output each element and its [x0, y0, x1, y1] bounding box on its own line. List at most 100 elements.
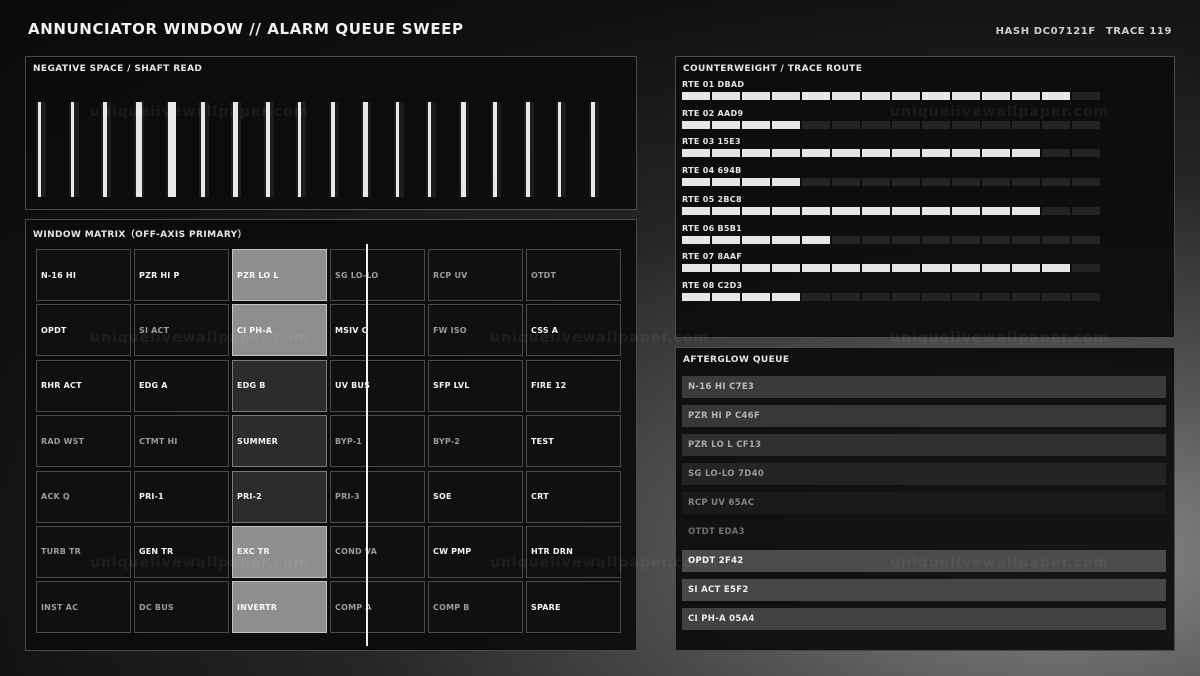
annunciator-window[interactable]: CI PH-A	[232, 304, 327, 357]
afterglow-queue-item[interactable]: OPDT 2F42	[682, 550, 1166, 572]
route-segment	[862, 292, 890, 301]
route-segment	[922, 149, 950, 158]
route-segment	[1042, 149, 1070, 158]
annunciator-window[interactable]: N-16 HI	[36, 249, 131, 301]
annunciator-window[interactable]: SI ACT	[134, 304, 229, 357]
annunciator-window[interactable]: CSS A	[526, 304, 621, 357]
annunciator-window[interactable]: PZR HI P	[134, 249, 229, 301]
annunciator-window[interactable]: SG LO-LO	[330, 249, 425, 301]
annunciator-window[interactable]: RCP UV	[428, 249, 523, 301]
route-segment	[952, 235, 980, 244]
annunciator-window[interactable]: COMP B	[428, 581, 523, 634]
afterglow-queue-item[interactable]: OTDT EDA3	[682, 521, 1166, 543]
annunciator-window[interactable]: INST AC	[36, 581, 131, 634]
route-segment	[1072, 120, 1100, 129]
annunciator-window[interactable]: RHR ACT	[36, 359, 131, 412]
route-segment	[952, 206, 980, 215]
route-segment	[712, 206, 740, 215]
route-segment	[1042, 292, 1070, 301]
route-segment	[742, 120, 770, 129]
route-segment	[832, 120, 860, 129]
annunciator-window[interactable]: FW ISO	[428, 304, 523, 357]
route-label: RTE 02 AAD9	[682, 108, 744, 118]
route-progress-bar	[682, 235, 1102, 244]
annunciator-window[interactable]: COMP A	[330, 581, 425, 634]
annunciator-window[interactable]: CRT	[526, 470, 621, 523]
annunciator-window[interactable]: EDG B	[232, 359, 327, 412]
annunciator-window[interactable]: INVERTR	[232, 581, 327, 634]
annunciator-window[interactable]: BYP-1	[330, 415, 425, 468]
route-segment	[682, 120, 710, 129]
annunciator-window[interactable]: HTR DRN	[526, 525, 621, 578]
annunciator-window[interactable]: TEST	[526, 415, 621, 468]
route-progress-bar	[682, 120, 1102, 129]
afterglow-queue-item[interactable]: SG LO-LO 7D40	[682, 463, 1166, 485]
route-segment	[982, 92, 1010, 100]
annunciator-window[interactable]: TURB TR	[36, 525, 131, 578]
route-segment	[712, 292, 740, 301]
route-segment	[742, 292, 770, 301]
annunciator-window[interactable]: SPARE	[526, 581, 621, 634]
annunciator-window[interactable]: BYP-2	[428, 415, 523, 468]
route-segment	[742, 235, 770, 244]
annunciator-window[interactable]: COND VA	[330, 525, 425, 578]
route-row: RTE 04 694B	[682, 166, 1102, 187]
route-segment	[862, 92, 890, 100]
annunciator-window[interactable]: PRI-2	[232, 470, 327, 523]
route-segment	[772, 92, 800, 100]
route-progress-bar	[682, 178, 1102, 187]
route-segment	[922, 206, 950, 215]
route-segment	[682, 264, 710, 273]
route-row: RTE 06 B5B1	[682, 224, 1102, 244]
hash-readout: HASH DC07121F TRACE 119	[996, 26, 1172, 37]
route-segment	[772, 120, 800, 129]
route-segment	[892, 264, 920, 273]
annunciator-window[interactable]: CW PMP	[428, 525, 523, 578]
route-segment	[832, 149, 860, 158]
annunciator-window[interactable]: GEN TR	[134, 525, 229, 578]
annunciator-window[interactable]: ACK Q	[36, 470, 131, 523]
annunciator-window[interactable]: PRI-1	[134, 470, 229, 523]
annunciator-window[interactable]: SOE	[428, 470, 523, 523]
afterglow-queue-item[interactable]: CI PH-A 05A4	[682, 608, 1166, 630]
route-segment	[862, 149, 890, 158]
annunciator-window[interactable]: EDG A	[134, 359, 229, 412]
route-segment	[922, 235, 950, 244]
route-segment	[1072, 92, 1100, 100]
route-segment	[892, 120, 920, 129]
route-row: RTE 05 2BC8	[682, 195, 1102, 215]
route-segment	[712, 120, 740, 129]
annunciator-window[interactable]: MSIV C	[330, 304, 425, 357]
afterglow-queue-item[interactable]: N-16 HI C7E3	[682, 376, 1166, 398]
route-segment	[982, 120, 1010, 129]
route-segment	[802, 92, 830, 100]
afterglow-queue-item[interactable]: PZR HI P C46F	[682, 405, 1166, 427]
afterglow-queue-item[interactable]: SI ACT E5F2	[682, 579, 1166, 601]
afterglow-queue-item[interactable]: PZR LO L CF13	[682, 434, 1166, 456]
hash-value: HASH DC07121F	[995, 26, 1096, 37]
route-label: RTE 08 C2D3	[682, 280, 743, 290]
annunciator-window[interactable]: SFP LVL	[428, 359, 523, 412]
annunciator-window[interactable]: RAD WST	[36, 415, 131, 468]
trace-value: TRACE 119	[1105, 26, 1172, 37]
annunciator-window[interactable]: SUMMER	[232, 415, 327, 468]
route-segment	[742, 206, 770, 215]
route-progress-bar	[682, 149, 1102, 158]
route-segment	[922, 264, 950, 273]
afterglow-queue-item[interactable]: RCP UV 65AC	[682, 492, 1166, 514]
annunciator-window[interactable]: UV BUS	[330, 359, 425, 412]
matrix-panel-title: WINDOW MATRIX（OFF-AXIS PRIMARY）	[33, 230, 247, 240]
annunciator-window[interactable]: DC BUS	[134, 581, 229, 634]
shaft-panel-title: NEGATIVE SPACE / SHAFT READ	[33, 64, 203, 74]
annunciator-window[interactable]: OTDT	[526, 249, 621, 301]
annunciator-window[interactable]: OPDT	[36, 304, 131, 357]
route-label: RTE 07 8AAF	[682, 252, 743, 262]
route-segment	[982, 206, 1010, 215]
route-segment	[982, 264, 1010, 273]
route-segment	[982, 149, 1010, 158]
annunciator-window[interactable]: PRI-3	[330, 470, 425, 523]
annunciator-window[interactable]: EXC TR	[232, 525, 327, 578]
annunciator-window[interactable]: FIRE 12	[526, 359, 621, 412]
annunciator-window[interactable]: CTMT HI	[134, 415, 229, 468]
annunciator-window[interactable]: PZR LO L	[232, 249, 327, 301]
